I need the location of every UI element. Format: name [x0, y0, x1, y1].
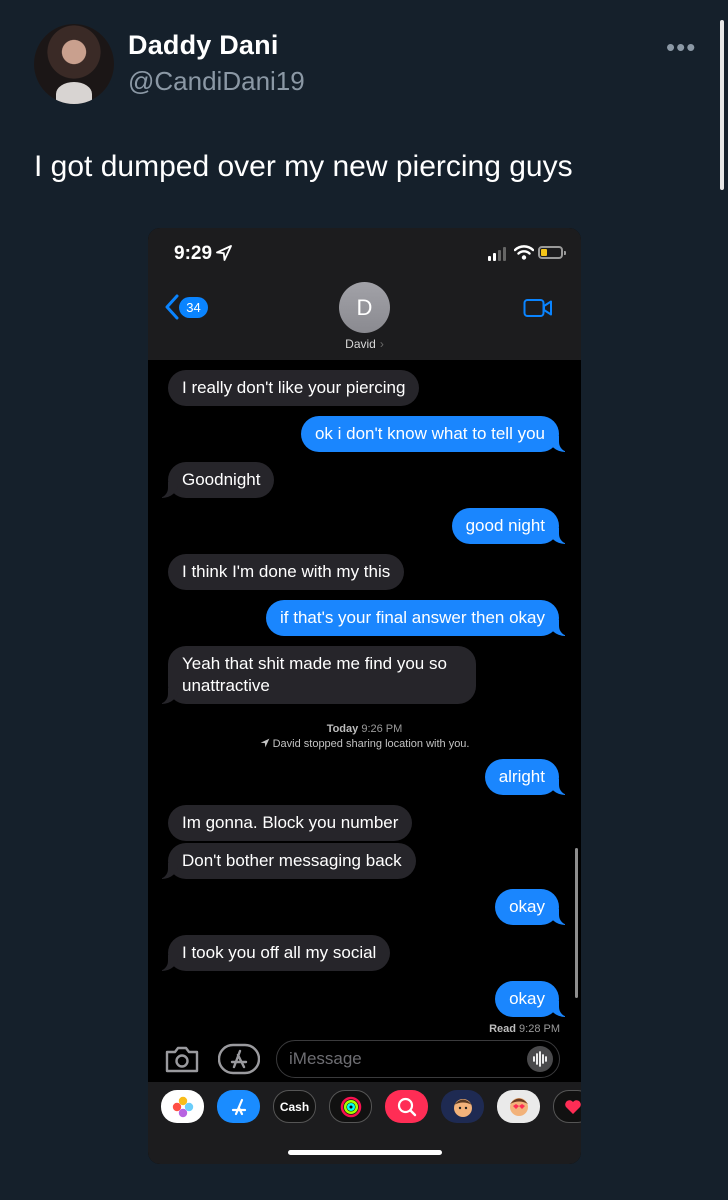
screenshot-image[interactable]: 9:29 34 D David › I really don't like you… [148, 228, 581, 1164]
location-arrow-icon [260, 738, 269, 748]
contact-avatar[interactable]: D [339, 282, 390, 333]
images-search-app-icon[interactable] [385, 1090, 428, 1123]
camera-icon[interactable] [164, 1045, 200, 1073]
contact-name[interactable]: David › [148, 337, 581, 351]
photos-app-icon[interactable] [161, 1090, 204, 1123]
timestamp-day: Today [326, 723, 359, 735]
location-arrow-icon [216, 245, 232, 261]
message-input[interactable]: iMessage [276, 1040, 560, 1078]
message-outgoing[interactable]: okay [495, 889, 569, 925]
profile-avatar[interactable] [34, 24, 114, 104]
fitness-app-icon[interactable] [329, 1090, 372, 1123]
tweet-text: I got dumped over my new piercing guys [34, 150, 573, 183]
memoji-app-icon[interactable] [441, 1090, 484, 1123]
read-label: Read [489, 1023, 516, 1035]
message-outgoing[interactable]: alright [484, 759, 570, 795]
message-outgoing[interactable]: if that's your final answer then okay [266, 600, 569, 636]
read-receipt: Read 9:28 PM [489, 1023, 560, 1035]
message-incoming[interactable]: I think I'm done with my this [168, 554, 405, 590]
status-time: 9:29 [174, 243, 213, 264]
read-time: 9:28 PM [519, 1023, 560, 1035]
wifi-icon [514, 245, 534, 260]
cellular-signal-icon [488, 247, 506, 261]
app-store-icon[interactable] [218, 1043, 260, 1075]
contact-name-label: David [345, 337, 376, 351]
message-outgoing[interactable]: okay [495, 981, 569, 1017]
imessage-app-drawer: Cash [148, 1082, 581, 1164]
app-store-app-icon[interactable] [217, 1090, 260, 1123]
message-outgoing[interactable]: ok i don't know what to tell you [300, 416, 570, 452]
timestamp-time: 9:26 PM [361, 723, 403, 735]
battery-icon [538, 246, 566, 259]
display-name[interactable]: Daddy Dani [128, 30, 279, 61]
message-input-placeholder: iMessage [289, 1049, 362, 1068]
audio-message-icon[interactable] [527, 1046, 553, 1072]
message-outgoing[interactable]: good night [451, 508, 570, 544]
home-indicator[interactable] [288, 1150, 442, 1155]
facetime-video-icon[interactable] [523, 298, 553, 318]
more-options-icon[interactable]: ••• [666, 32, 696, 63]
back-chevron-icon[interactable] [164, 294, 180, 320]
message-timestamp: Today 9:26 PM [148, 722, 581, 736]
digital-touch-app-icon[interactable] [553, 1090, 581, 1123]
location-status: David stopped sharing location with you. [148, 737, 581, 751]
chat-scrollbar[interactable] [575, 848, 578, 998]
memoji-stickers-app-icon[interactable] [497, 1090, 540, 1123]
message-incoming[interactable]: Goodnight [157, 462, 275, 498]
location-note-name: David [272, 738, 301, 750]
message-incoming[interactable]: I took you off all my social [157, 935, 391, 971]
location-note-text: stopped sharing location with you. [303, 738, 470, 750]
message-incoming[interactable]: Yeah that shit made me find you so unatt… [158, 646, 476, 704]
message-incoming[interactable]: I really don't like your piercing [168, 370, 420, 406]
messages-header: 9:29 34 D David › [148, 228, 581, 360]
unread-count-badge[interactable]: 34 [179, 297, 208, 318]
message-incoming[interactable]: Don't bother messaging back [158, 843, 416, 879]
message-incoming[interactable]: Im gonna. Block you number [168, 805, 413, 841]
page-scrollbar[interactable] [720, 20, 724, 190]
apple-cash-app-icon[interactable]: Cash [273, 1090, 316, 1123]
user-handle[interactable]: @CandiDani19 [128, 66, 305, 97]
cash-label: Cash [279, 1099, 310, 1114]
chevron-right-icon: › [379, 337, 384, 351]
